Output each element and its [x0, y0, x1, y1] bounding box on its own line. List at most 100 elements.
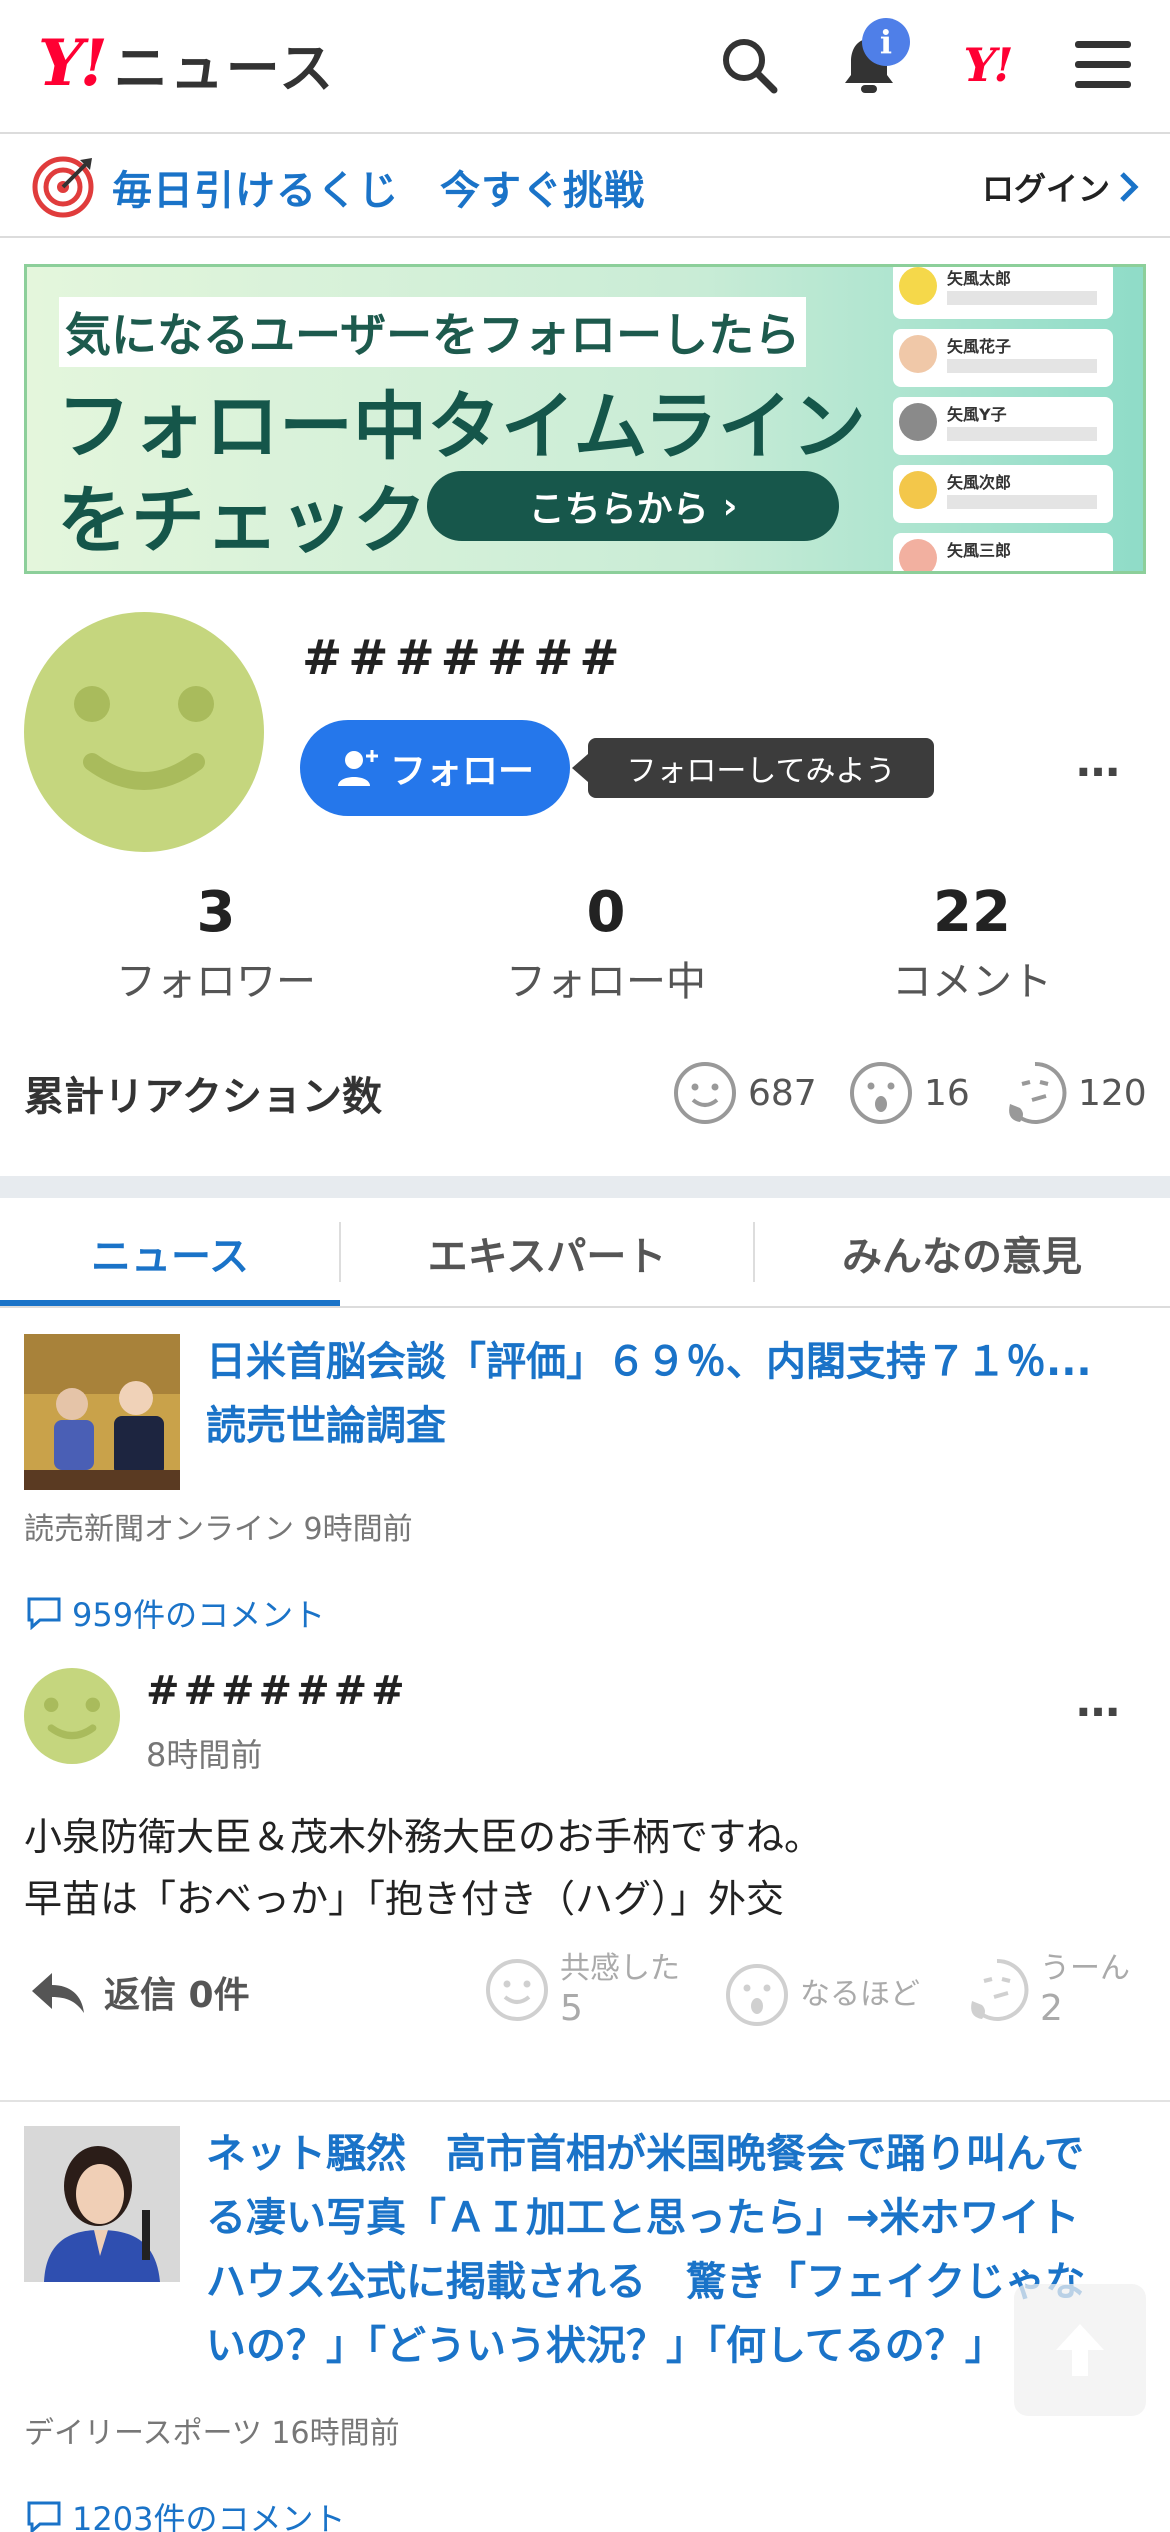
notification-badge: i [862, 18, 910, 66]
comments-label: コメント [892, 959, 1052, 1005]
menu-icon[interactable] [1068, 30, 1138, 100]
search-icon[interactable] [714, 30, 784, 100]
followers-stat[interactable]: 3 フォロワー [56, 880, 376, 1007]
reaction-label: 共感した [560, 1951, 680, 1986]
profile-avatar [24, 612, 264, 852]
target-icon [30, 154, 96, 224]
follow-button[interactable]: フォロー [300, 720, 570, 816]
followers-label: フォロワー [116, 959, 316, 1005]
empathy-reaction-button[interactable]: 共感した 5 [484, 1950, 680, 2029]
comments-count-label: 1203件のコメント [72, 2500, 346, 2532]
reaction-thinking: 120 [1002, 1060, 1147, 1126]
active-tab-indicator [0, 1300, 340, 1306]
comment-bubble-icon [27, 2501, 61, 2532]
article-title-line: ハウス公式に掲載される 驚き「フェイクじゃな [206, 2259, 1086, 2305]
surprised-icon [726, 1964, 788, 2026]
comment-time: 8時間前 [146, 1736, 263, 1774]
arrow-up-icon [1056, 2324, 1104, 2376]
banner-user-name: 矢風Y子 [947, 405, 1007, 424]
banner-user-card: 矢風次郎 [893, 465, 1113, 523]
comments-count: 22 [933, 880, 1011, 945]
article-title-line: る凄い写真「ＡＩ加工と思ったら」→米ホワイト [206, 2195, 1080, 2241]
login-link[interactable]: ログイン [982, 164, 1140, 210]
banner-user-card: 矢風Y子 [893, 397, 1113, 455]
scroll-to-top-button[interactable] [1014, 2284, 1146, 2416]
tab-expert[interactable]: エキスパート [340, 1198, 754, 1308]
comment-more-options-icon[interactable]: … [1076, 1676, 1122, 1727]
lottery-text: 毎日引けるくじ 今すぐ挑戦 [112, 168, 645, 214]
add-user-icon [337, 750, 378, 786]
article-title-line: いの？」「どういう状況？」「何してるの？」 [206, 2323, 1005, 2369]
followers-count: 3 [196, 880, 236, 945]
following-stat[interactable]: 0 フォロー中 [446, 880, 766, 1007]
login-label: ログイン [981, 170, 1110, 208]
tab-news[interactable]: ニュース [0, 1198, 340, 1308]
profile-username: ####### [302, 630, 626, 686]
yahoo-news-logo[interactable]: Y! ニュース [38, 26, 335, 101]
comment-body: 小泉防衛大臣＆茂木外務大臣のお手柄ですね。 早苗は「おべっか」「抱き付き（ハグ）… [24, 1806, 822, 1930]
comment-line: 早苗は「おべっか」「抱き付き（ハグ）」外交 [24, 1877, 785, 1921]
banner-user-name: 矢風花子 [947, 337, 1012, 356]
reply-label: 返信 0件 [104, 1975, 250, 2016]
follow-label: フォロー [389, 751, 534, 792]
reaction-label: うーん [1040, 1951, 1130, 1986]
notification-bell-icon[interactable]: i [834, 18, 910, 100]
article-title-line: 読売世論調査 [206, 1403, 446, 1449]
reaction-count: 5 [560, 1988, 583, 2029]
commenter-name[interactable]: ####### [146, 1668, 409, 1714]
article-meta: 読売新聞オンライン 9時間前 [24, 1512, 413, 1547]
article-comments-link[interactable]: 1203件のコメント [26, 2494, 345, 2532]
avatar [899, 335, 937, 373]
article-title[interactable]: ネット騒然 高市首相が米国晩餐会で踊り叫んで る凄い写真「ＡＩ加工と思ったら」→… [206, 2122, 1146, 2378]
news-photo-image [24, 2126, 180, 2282]
reaction-count: 120 [1078, 1072, 1147, 1114]
comments-count-label: 959件のコメント [72, 1596, 326, 1634]
tab-everyone-opinions[interactable]: みんなの意見 [754, 1198, 1170, 1308]
commenter-avatar[interactable] [24, 1668, 120, 1764]
reaction-label: なるほど [800, 1977, 920, 2012]
yahoo-home-icon[interactable]: Y! [952, 30, 1022, 100]
banner-user-name: 矢風次郎 [947, 473, 1012, 492]
banner-user-name: 矢風三郎 [947, 541, 1012, 560]
hmm-reaction-button[interactable]: うーん 2 [964, 1950, 1130, 2029]
banner-line3: をチェック [57, 478, 427, 564]
article-thumbnail[interactable] [24, 2126, 180, 2282]
article-title-line: ネット騒然 高市首相が米国晩餐会で踊り叫んで [206, 2131, 1084, 2177]
reply-arrow-icon [32, 1973, 84, 2013]
banner-user-card: 矢風花子 [893, 329, 1113, 387]
more-options-icon[interactable]: … [1076, 736, 1122, 787]
insight-reaction-button[interactable]: なるほど [724, 1962, 920, 2028]
comments-stat[interactable]: 22 コメント [812, 880, 1132, 1007]
logo-news-text: ニュース [113, 36, 336, 100]
article-comments-link[interactable]: 959件のコメント [26, 1590, 325, 1636]
surprised-icon [850, 1062, 912, 1124]
placeholder-line [947, 291, 1097, 305]
reply-button[interactable]: 返信 0件 [30, 1966, 250, 2018]
article-thumbnail[interactable] [24, 1334, 180, 1490]
comment-bubble-icon [27, 1597, 61, 1630]
follow-timeline-banner[interactable]: 気になるユーザーをフォローしたら フォロー中タイムライン をチェック こちらから… [24, 264, 1146, 574]
avatar [899, 471, 937, 509]
placeholder-line [947, 495, 1097, 509]
avatar [899, 539, 937, 571]
following-count: 0 [586, 880, 626, 945]
thinking-icon [971, 1958, 1029, 2021]
reaction-count: 2 [1040, 1988, 1063, 2029]
article-title[interactable]: 日米首脳会談「評価」６９％、内閣支持７１％... 読売世論調査 [206, 1330, 1146, 1458]
chevron-right-icon: › [722, 485, 738, 527]
banner-button[interactable]: こちらから › [427, 471, 839, 541]
profile-tabs: ニュース エキスパート みんなの意見 [0, 1198, 1170, 1308]
lottery-bar[interactable]: 毎日引けるくじ 今すぐ挑戦 ログイン [0, 136, 1170, 238]
placeholder-line [947, 427, 1097, 441]
reaction-count: 687 [748, 1072, 817, 1114]
news-photo-image [24, 1334, 180, 1490]
banner-button-label: こちらから [528, 489, 709, 530]
comment-line: 小泉防衛大臣＆茂木外務大臣のお手柄ですね。 [24, 1815, 823, 1859]
smile-icon [674, 1062, 736, 1124]
banner-user-card: 矢風太郎 [893, 267, 1113, 319]
article-meta: デイリースポーツ 16時間前 [24, 2416, 400, 2451]
section-divider [0, 1176, 1170, 1198]
yahoo-mark-text: Y! [963, 38, 1013, 92]
smiley-face-icon [74, 686, 214, 790]
reaction-smile: 687 [672, 1060, 817, 1126]
